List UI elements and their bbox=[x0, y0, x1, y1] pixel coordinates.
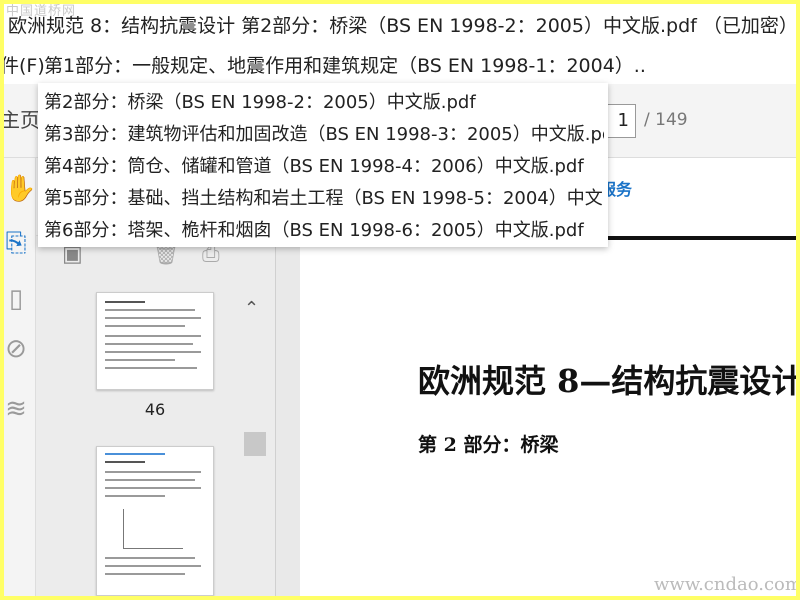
app-window: 欧洲规范 8：结构抗震设计 第2部分：桥梁（BS EN 1998-2：2005）… bbox=[4, 4, 796, 596]
left-icon-rail: ✋ ⎘ ▯ ⊘ ≋ bbox=[4, 158, 36, 596]
thumbnail-page-number: 46 bbox=[144, 400, 166, 419]
dropdown-item-part4[interactable]: 第4部分：筒仓、储罐和管道（BS EN 1998-4：2006）中文版.pdf bbox=[44, 151, 604, 183]
document-subtitle: 第 2 部分：桥梁 bbox=[418, 434, 559, 456]
page-total: / 149 bbox=[644, 110, 688, 130]
dropdown-item-part1[interactable]: 第1部分：一般规定、地震作用和建筑规定（BS EN 1998-1：2004）.. bbox=[44, 48, 646, 84]
dropdown-item-part2[interactable]: 第2部分：桥梁（BS EN 1998-2：2005）中文版.pdf bbox=[44, 87, 604, 119]
menu-file[interactable]: 件(F) bbox=[4, 48, 45, 84]
menu-bar: 件(F) 第1部分：一般规定、地震作用和建筑规定（BS EN 1998-1：20… bbox=[4, 48, 796, 84]
file-dropdown-menu: 第2部分：桥梁（BS EN 1998-2：2005）中文版.pdf 第3部分：建… bbox=[38, 83, 608, 247]
scrollbar-thumb[interactable] bbox=[244, 432, 266, 456]
watermark-top: 中国道桥网 bbox=[6, 4, 77, 19]
figure-icon bbox=[123, 509, 183, 549]
bookmark-icon[interactable]: ▯ bbox=[4, 284, 28, 314]
home-tab[interactable]: 主页 bbox=[4, 104, 40, 133]
pages-icon[interactable]: ⎘ bbox=[4, 228, 28, 258]
title-bar: 欧洲规范 8：结构抗震设计 第2部分：桥梁（BS EN 1998-2：2005）… bbox=[4, 4, 796, 48]
page-thumbnail[interactable] bbox=[96, 446, 214, 596]
watermark-bottom: www.cndao.com bbox=[654, 574, 796, 595]
window-title: 欧洲规范 8：结构抗震设计 第2部分：桥梁（BS EN 1998-2：2005）… bbox=[8, 15, 796, 37]
dropdown-item-part6[interactable]: 第6部分：塔架、桅杆和烟囱（BS EN 1998-6：2005）中文版.pdf bbox=[44, 215, 604, 247]
scroll-up-icon[interactable]: ⌃ bbox=[244, 298, 259, 319]
hand-icon[interactable]: ✋ bbox=[4, 174, 36, 204]
page-thumbnail[interactable] bbox=[96, 292, 214, 390]
layers-icon[interactable]: ≋ bbox=[4, 394, 28, 424]
document-title: 欧洲规范 8—结构抗震设计 bbox=[418, 362, 796, 400]
attachment-icon[interactable]: ⊘ bbox=[4, 334, 28, 364]
dropdown-item-part5[interactable]: 第5部分：基础、挡土结构和岩土工程（BS EN 1998-5：2004）中文.. bbox=[44, 183, 604, 215]
dropdown-item-part3[interactable]: 第3部分：建筑物评估和加固改造（BS EN 1998-3：2005）中文版.pd… bbox=[44, 119, 604, 151]
